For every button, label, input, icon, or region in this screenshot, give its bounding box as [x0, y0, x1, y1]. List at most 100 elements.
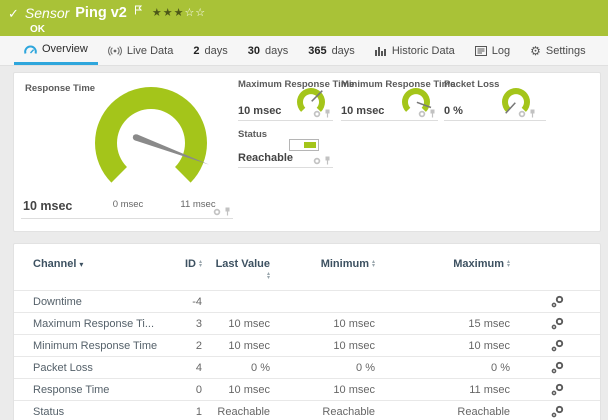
tile-actions [313, 109, 331, 118]
tab-label: Historic Data [391, 44, 455, 57]
column-header-last-value[interactable]: Last Value ▴ ▾ [207, 244, 275, 291]
star-empty[interactable]: ☆☆ [184, 7, 206, 19]
sort-desc-icon: ▾ [79, 260, 84, 269]
tab-30-days[interactable]: 30 days [238, 36, 299, 65]
gear-icon[interactable] [518, 110, 526, 118]
channel-settings-icon[interactable] [551, 317, 564, 330]
tab-label: Overview [42, 43, 88, 55]
tab-settings[interactable]: ⚙ Settings [520, 36, 596, 65]
gauge-scale-min: 0 msec [112, 199, 144, 210]
channel-last-value [207, 290, 275, 313]
channel-id: 0 [162, 378, 207, 401]
channel-name: Packet Loss [14, 356, 162, 379]
table-row-packet-loss[interactable]: Packet Loss 4 0 % 0 % 0 % [14, 356, 600, 379]
channel-last-value: 10 msec [207, 312, 275, 335]
channel-id: -4 [162, 290, 207, 313]
channel-minimum: 0 % [275, 356, 380, 379]
overview-content: Response Time 0 msec 11 msec 10 msec Max… [0, 66, 608, 420]
channel-settings-icon[interactable] [551, 405, 564, 418]
pin-icon[interactable] [429, 109, 436, 118]
pin-icon[interactable] [529, 109, 536, 118]
channel-name: Maximum Response Ti... [14, 312, 162, 335]
channel-last-value: Reachable [207, 400, 275, 420]
channels-table: Channel ▾ ID ▴ ▾ Last Value ▴ ▾ Minimum ▴ ▾ Max… [14, 244, 600, 420]
channel-last-value: 10 msec [207, 378, 275, 401]
column-header-maximum[interactable]: Maximum ▴ ▾ [380, 244, 515, 291]
channel-settings-icon[interactable] [551, 339, 564, 352]
tab-overview[interactable]: Overview [14, 36, 98, 65]
channel-name: Status [14, 400, 162, 420]
tab-number: 365 [308, 44, 327, 57]
channel-maximum: 0 % [380, 356, 515, 379]
tab-live-data[interactable]: Live Data [98, 36, 183, 65]
pin-icon[interactable] [324, 109, 331, 118]
channel-minimum: 10 msec [275, 312, 380, 335]
channels-table-panel: Channel ▾ ID ▴ ▾ Last Value ▴ ▾ Minimum ▴ ▾ Max… [13, 243, 601, 420]
broadcast-icon [107, 45, 122, 56]
column-header-minimum[interactable]: Minimum ▴ ▾ [275, 244, 380, 291]
tab-label: days [331, 44, 355, 57]
gauge-icon [24, 44, 37, 55]
gauge-tile-packet-loss: Packet Loss 0 % [444, 79, 546, 121]
table-row-status[interactable]: Status 1 Reachable Reachable Reachable [14, 400, 600, 420]
channel-settings-icon[interactable] [551, 383, 564, 396]
star-filled[interactable]: ★★★ [152, 7, 185, 19]
tab-historic-data[interactable]: Historic Data [365, 36, 465, 65]
sort-icon: ▴ ▾ [266, 271, 270, 282]
gear-icon[interactable] [313, 157, 321, 165]
table-row-downtime[interactable]: Downtime -4 [14, 290, 600, 313]
gauge-value: 10 msec [341, 105, 385, 117]
flag-icon[interactable] [134, 5, 142, 15]
sensor-type-label: Sensor [24, 5, 70, 21]
tab-2-days[interactable]: 2 days [183, 36, 237, 65]
tile-actions [213, 207, 231, 216]
bar-chart-icon [374, 46, 387, 56]
sort-icon: ▴ ▾ [506, 259, 510, 270]
tab-label: Settings [545, 44, 586, 57]
channel-id: 1 [162, 400, 207, 420]
sensor-header: ✓ Sensor Ping v2 ★★★☆☆ OK [0, 0, 608, 36]
channel-name: Minimum Response Time [14, 334, 162, 357]
gear-icon[interactable] [313, 110, 321, 118]
tab-365-days[interactable]: 365 days [298, 36, 365, 65]
tab-bar: Overview Live Data 2 days 30 days 365 da… [0, 36, 608, 66]
channel-maximum [380, 290, 515, 313]
gauge-tile-response-time: Response Time 0 msec 11 msec 10 msec [21, 79, 233, 219]
status-value: Reachable [238, 152, 294, 164]
channel-id: 4 [162, 356, 207, 379]
gauge-tile-minimum-response-time: Minimum Response Time 10 msec [341, 79, 455, 121]
channel-settings-icon[interactable] [551, 361, 564, 374]
status-toggle-knob [304, 142, 316, 148]
column-header-id[interactable]: ID ▴ ▾ [162, 244, 207, 291]
tile-actions [313, 156, 331, 165]
sensor-status-badge: OK [30, 24, 45, 35]
channel-last-value: 10 msec [207, 334, 275, 357]
gear-icon[interactable] [418, 110, 426, 118]
channel-settings-icon[interactable] [551, 295, 564, 308]
column-header-channel[interactable]: Channel ▾ [14, 244, 162, 291]
table-row-minimum-response-time[interactable]: Minimum Response Time 2 10 msec 10 msec … [14, 334, 600, 357]
tab-number: 2 [193, 44, 200, 57]
response-time-gauge [95, 87, 210, 183]
channel-minimum: 10 msec [275, 378, 380, 401]
pin-icon[interactable] [224, 207, 231, 216]
priority-stars[interactable]: ★★★☆☆ [152, 6, 206, 19]
table-row-response-time[interactable]: Response Time 0 10 msec 10 msec 11 msec [14, 378, 600, 401]
tab-number: 30 [247, 44, 260, 57]
tab-label: days [204, 44, 228, 57]
sort-icon: ▴ ▾ [371, 259, 375, 270]
channel-minimum: Reachable [275, 400, 380, 420]
sensor-page: ✓ Sensor Ping v2 ★★★☆☆ OK Overview Live … [0, 0, 608, 420]
pin-icon[interactable] [324, 156, 331, 165]
tab-label: days [264, 44, 289, 57]
tab-label: Log [491, 44, 511, 57]
tab-log[interactable]: Log [465, 36, 520, 65]
channel-name: Response Time [14, 378, 162, 401]
tile-actions [518, 109, 536, 118]
channel-last-value: 0 % [207, 356, 275, 379]
channel-minimum [275, 290, 380, 313]
gear-icon[interactable] [213, 208, 221, 216]
table-row-maximum-response-time[interactable]: Maximum Response Ti... 3 10 msec 10 msec… [14, 312, 600, 335]
tile-actions [418, 109, 436, 118]
channel-maximum: 10 msec [380, 334, 515, 357]
